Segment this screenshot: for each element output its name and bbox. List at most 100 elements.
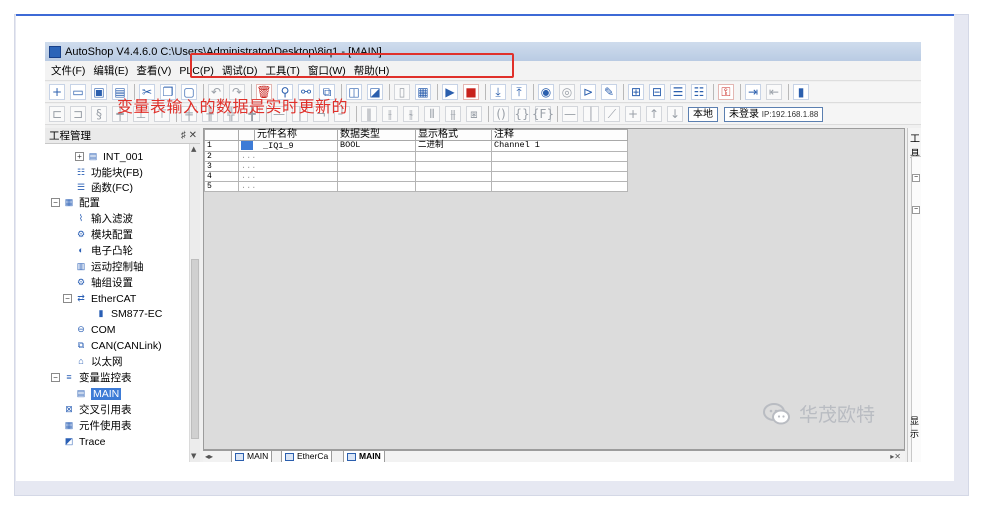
list-mode-icon[interactable]: ⊐ — [70, 106, 86, 122]
column-header-comment[interactable]: 注释 — [491, 129, 628, 141]
data-type-cell[interactable]: BOOL — [337, 140, 416, 152]
expand-icon[interactable]: − — [912, 206, 920, 214]
tab-main-monitor[interactable]: MAIN — [343, 451, 385, 462]
tree-item-element-usage[interactable]: ▦ 元件使用表 — [63, 418, 132, 433]
element-name-cell[interactable]: ... — [238, 150, 338, 162]
data-type-cell[interactable] — [337, 180, 416, 192]
display-format-cell[interactable] — [415, 170, 492, 182]
element-icon[interactable]: ⚿ — [718, 84, 734, 100]
comment-cell[interactable] — [491, 170, 628, 182]
tree-item-function-block[interactable]: ☷ 功能块(FB) — [75, 165, 143, 180]
table-row[interactable]: 5 ... — [204, 180, 628, 192]
screen-icon[interactable]: ▮ — [793, 84, 809, 100]
tree-item-input-filter[interactable]: ⌇ 输入滤波 — [75, 211, 133, 226]
tree-item-motion-axis[interactable]: ▥ 运动控制轴 — [75, 259, 144, 274]
display-format-cell[interactable] — [415, 180, 492, 192]
compare-icon[interactable]: ⧆ — [466, 106, 482, 122]
tree-item-electronic-cam[interactable]: ◐ 电子凸轮 — [75, 243, 133, 258]
tree-item-int001[interactable]: + ▤ INT_001 — [75, 149, 143, 164]
tab-scroll-left-icon[interactable]: ◂▸ — [205, 451, 213, 462]
data-type-cell[interactable] — [337, 170, 416, 182]
sfc-mode-icon[interactable]: § — [91, 106, 107, 122]
compile-icon[interactable]: ⊞ — [628, 84, 644, 100]
window-cascade-icon[interactable]: ◫ — [346, 84, 362, 100]
expand-icon[interactable]: + — [75, 152, 84, 161]
up-arrow-icon[interactable]: ↑ — [646, 106, 662, 122]
debug-icon[interactable]: ⊳ — [580, 84, 596, 100]
tree-item-trace[interactable]: ◩ Trace — [63, 434, 106, 449]
menu-file[interactable]: 文件(F) — [51, 63, 85, 78]
vline-draw-icon[interactable]: │ — [583, 106, 599, 122]
tree-scrollbar[interactable]: ▲ ▼ — [189, 144, 200, 462]
tab-close-icon[interactable]: ▸✕ — [890, 451, 901, 462]
tree-item-com[interactable]: ⊖ COM — [75, 322, 115, 337]
diagonal-icon[interactable]: ⟋ — [604, 106, 620, 122]
element-name-cell[interactable]: ... — [238, 170, 338, 182]
collapse-icon[interactable]: − — [51, 373, 60, 382]
stop-icon[interactable]: ■ — [463, 84, 479, 100]
tree-item-ethercat[interactable]: − ⇄ EtherCAT — [63, 291, 136, 306]
tree-item-can[interactable]: ⧉ CAN(CANLink) — [75, 338, 162, 353]
table-row[interactable]: 2 ... — [204, 150, 628, 162]
scroll-up-icon[interactable]: ▲ — [191, 145, 196, 153]
expand-icon[interactable]: − — [912, 174, 920, 182]
scroll-thumb[interactable] — [191, 259, 199, 439]
tree-item-variable-monitor[interactable]: − ≡ 变量监控表 — [51, 370, 132, 385]
parallel-fall-icon[interactable]: ⫴ — [424, 106, 440, 122]
tree-item-cross-reference[interactable]: ⊠ 交叉引用表 — [63, 402, 131, 417]
coil-icon[interactable]: () — [493, 106, 509, 122]
tree-item-function[interactable]: ☰ 函数(FC) — [75, 180, 133, 195]
document-icon[interactable]: ▯ — [394, 84, 410, 100]
panel-pin-close-icon[interactable]: ♯ ✕ — [181, 130, 197, 141]
display-format-cell[interactable] — [415, 160, 492, 172]
tab-ethercat[interactable]: EtherCa — [281, 451, 333, 462]
upload-icon[interactable]: ⤒ — [511, 84, 527, 100]
table-row[interactable]: 3 ... — [204, 160, 628, 172]
ladder-mode-icon[interactable]: ⊏ — [49, 106, 65, 122]
download-icon[interactable]: ⤓ — [490, 84, 506, 100]
save-icon[interactable]: ▣ — [91, 84, 107, 100]
table-row[interactable]: 1 _IQ1_9 BOOL 二进制 Channel 1 — [204, 140, 628, 152]
column-header-format[interactable]: 显示格式 — [415, 129, 492, 141]
plus-icon[interactable]: + — [625, 106, 641, 122]
element-name-cell[interactable]: ... — [238, 180, 338, 192]
monitor-off-icon[interactable]: ◎ — [559, 84, 575, 100]
hline-draw-icon[interactable]: — — [562, 106, 578, 122]
comment-cell[interactable] — [491, 180, 628, 192]
data-type-cell[interactable] — [337, 160, 416, 172]
menu-view[interactable]: 查看(V) — [136, 63, 171, 78]
tab-main[interactable]: MAIN — [231, 451, 273, 462]
column-header-type[interactable]: 数据类型 — [337, 129, 416, 141]
new-file-icon[interactable]: + — [49, 84, 65, 100]
tree-item-config[interactable]: − ▦ 配置 — [51, 195, 100, 210]
comment-cell[interactable] — [491, 160, 628, 172]
memory-icon[interactable]: ▦ — [415, 84, 431, 100]
down-arrow-icon[interactable]: ↓ — [667, 106, 683, 122]
parallel-rise-icon[interactable]: ⫳ — [403, 106, 419, 122]
local-mode-button[interactable]: 本地 — [688, 106, 718, 122]
run-icon[interactable]: ▶ — [442, 84, 458, 100]
monitor-icon[interactable]: ◉ — [538, 84, 554, 100]
func-block-icon[interactable]: {} — [514, 106, 530, 122]
menu-edit[interactable]: 编辑(E) — [93, 63, 128, 78]
parallel-contact-icon[interactable]: ‖ — [361, 106, 377, 122]
edit-icon[interactable]: ✎ — [601, 84, 617, 100]
element-name-cell[interactable]: ... — [238, 160, 338, 172]
func-icon[interactable]: {F} — [532, 106, 554, 122]
tree-item-module-config[interactable]: ⚙ 模块配置 — [75, 227, 133, 242]
variable-table-icon[interactable]: ☰ — [670, 84, 686, 100]
parallel-nc-icon[interactable]: ⫲ — [382, 106, 398, 122]
cross-ref-icon[interactable]: ☷ — [691, 84, 707, 100]
tree-item-axis-group[interactable]: ⚙ 轴组设置 — [75, 275, 133, 290]
tree-item-sm877[interactable]: ▮ SM877-EC — [95, 306, 163, 321]
collapse-icon[interactable]: − — [51, 198, 60, 207]
column-header-name[interactable]: 元件名称 — [254, 129, 338, 141]
element-name-cell[interactable]: _IQ1_9 — [238, 140, 338, 152]
tree-item-ethernet[interactable]: ⌂ 以太网 — [75, 354, 122, 369]
display-format-cell[interactable] — [415, 150, 492, 162]
table-row[interactable]: 4 ... — [204, 170, 628, 182]
export-icon[interactable]: ⇤ — [766, 84, 782, 100]
import-icon[interactable]: ⇥ — [745, 84, 761, 100]
scroll-down-icon[interactable]: ▼ — [191, 452, 196, 460]
comment-cell[interactable]: Channel 1 — [491, 140, 628, 152]
